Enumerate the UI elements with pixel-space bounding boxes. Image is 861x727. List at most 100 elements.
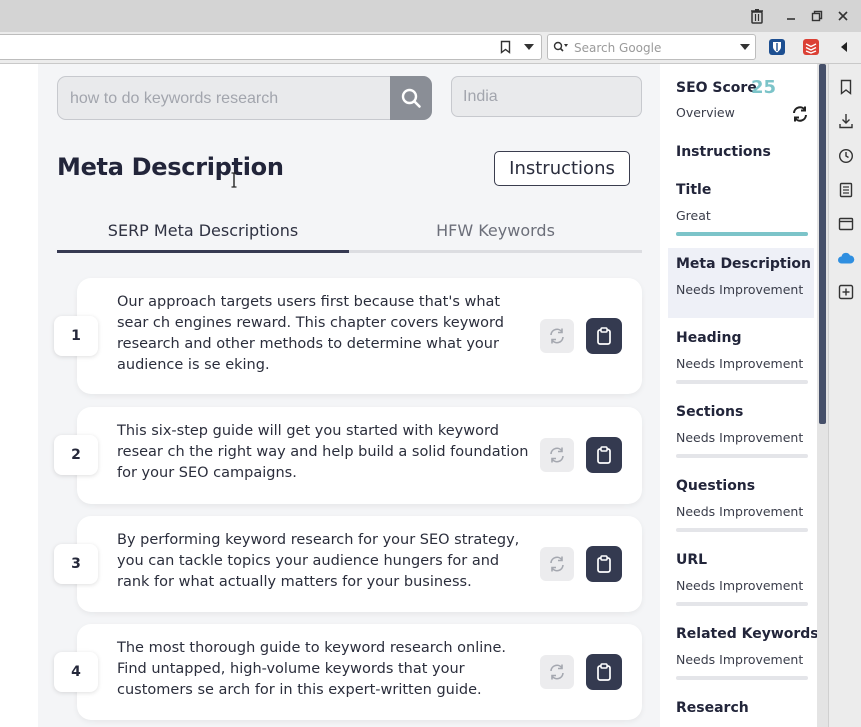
search-icon: [401, 88, 421, 108]
clipboard-icon: [597, 663, 611, 681]
scrollbar-thumb[interactable]: [819, 64, 826, 424]
tab-hfw-keywords[interactable]: HFW Keywords: [349, 210, 642, 250]
description-card: 4 The most thorough guide to keyword res…: [54, 624, 642, 720]
search-engine-placeholder: Search Google: [574, 41, 662, 55]
seo-item-progress-fill: [676, 232, 808, 236]
clipboard-icon: [597, 327, 611, 345]
minimize-icon[interactable]: [781, 6, 801, 26]
description-number: 1: [54, 316, 98, 356]
copy-button[interactable]: [586, 437, 622, 473]
seo-item-status: Needs Improvement: [676, 652, 804, 667]
seo-instructions-link[interactable]: Instructions: [676, 144, 771, 160]
seo-item-related-keywords[interactable]: Related Keywords Needs Improvement: [668, 618, 819, 688]
description-number: 3: [54, 544, 98, 584]
seo-item-meta-description[interactable]: Meta Description Needs Improvement: [668, 248, 814, 318]
cloud-icon[interactable]: [837, 249, 855, 267]
seo-item-name: Related Keywords: [676, 626, 819, 642]
seo-item-status: Great: [676, 208, 711, 223]
refresh-icon: [550, 556, 564, 572]
refresh-icon: [550, 447, 564, 463]
close-icon[interactable]: [833, 6, 853, 26]
tab-serp-meta-descriptions[interactable]: SERP Meta Descriptions: [57, 210, 349, 250]
seo-item-research[interactable]: Research: [668, 692, 814, 727]
tab-active-indicator: [57, 250, 349, 253]
regenerate-button[interactable]: [540, 319, 574, 353]
seo-item-progress: [676, 676, 808, 680]
seo-item-progress: [676, 528, 808, 532]
seo-item-name: Meta Description: [676, 256, 811, 272]
keyword-input[interactable]: how to do keywords research: [57, 76, 432, 120]
refresh-icon: [550, 664, 564, 680]
browser-navbar: Search Google: [0, 32, 861, 64]
page-title: Meta Description: [57, 153, 284, 181]
sidebar-toggle-icon[interactable]: [836, 39, 852, 55]
seo-item-progress: [676, 380, 808, 384]
regenerate-button[interactable]: [540, 438, 574, 472]
meta-description-panel: how to do keywords research India Meta D…: [38, 64, 660, 727]
country-input[interactable]: India: [451, 76, 642, 117]
description-text: This six-step guide will get you started…: [117, 423, 529, 481]
country-input-value: India: [463, 88, 498, 105]
seo-item-sections[interactable]: Sections Needs Improvement: [668, 396, 814, 466]
downloads-icon[interactable]: [837, 112, 855, 130]
seo-score-label: SEO Score: [676, 80, 757, 96]
seo-item-questions[interactable]: Questions Needs Improvement: [668, 470, 814, 540]
seo-item-name: Research: [676, 700, 749, 716]
trash-icon[interactable]: [747, 6, 767, 26]
tab-bar: SERP Meta Descriptions HFW Keywords: [57, 210, 642, 254]
refresh-score-icon[interactable]: [791, 105, 809, 123]
seo-item-progress: [676, 602, 808, 606]
browser-titlebar: [0, 0, 861, 32]
history-icon[interactable]: [837, 147, 855, 165]
keyword-search-button[interactable]: [390, 76, 432, 120]
seo-item-name: Sections: [676, 404, 744, 420]
seo-item-status: Needs Improvement: [676, 356, 804, 371]
instructions-button[interactable]: Instructions: [494, 151, 630, 186]
todoist-icon[interactable]: [801, 37, 821, 57]
description-text: By performing keyword research for your …: [117, 532, 520, 590]
bookmark-icon[interactable]: [497, 39, 513, 55]
url-bar[interactable]: [0, 34, 542, 60]
overview-label: Overview: [676, 105, 735, 120]
keyword-input-value: how to do keywords research: [70, 90, 279, 107]
copy-button[interactable]: [586, 654, 622, 690]
add-panel-icon[interactable]: [837, 283, 855, 301]
description-number: 4: [54, 652, 98, 692]
seo-item-status: Needs Improvement: [676, 504, 804, 519]
seo-item-name: Heading: [676, 330, 742, 346]
seo-item-url[interactable]: URL Needs Improvement: [668, 544, 814, 614]
reader-icon[interactable]: [837, 181, 855, 199]
restore-icon[interactable]: [807, 6, 827, 26]
copy-button[interactable]: [586, 546, 622, 582]
copy-button[interactable]: [586, 318, 622, 354]
refresh-icon: [550, 328, 564, 344]
search-engine-icon[interactable]: [552, 39, 570, 55]
seo-score-panel: SEO Score 25 Overview Instructions Title…: [660, 64, 819, 727]
clipboard-icon: [597, 446, 611, 464]
seo-item-status: Needs Improvement: [676, 578, 804, 593]
seo-score-value: 25: [751, 77, 777, 98]
seo-item-heading[interactable]: Heading Needs Improvement: [668, 322, 814, 392]
search-engine-bar[interactable]: Search Google: [547, 34, 756, 60]
bitwarden-icon[interactable]: [767, 37, 787, 57]
panel-scrollbar[interactable]: [817, 64, 828, 727]
bookmarks-icon[interactable]: [837, 78, 855, 96]
regenerate-button[interactable]: [540, 547, 574, 581]
window-icon[interactable]: [837, 215, 855, 233]
seo-item-progress: [676, 454, 808, 458]
browser-sidebar-strip: [828, 64, 861, 727]
text-cursor-icon: [231, 172, 237, 188]
description-text: Our approach targets users first because…: [117, 294, 504, 373]
regenerate-button[interactable]: [540, 655, 574, 689]
description-number: 2: [54, 435, 98, 475]
seo-item-progress: [676, 232, 808, 236]
description-card: 1 Our approach targets users first becau…: [54, 278, 642, 394]
description-card: 2 This six-step guide will get you start…: [54, 407, 642, 504]
seo-item-status: Needs Improvement: [676, 430, 804, 445]
seo-item-status: Needs Improvement: [676, 282, 804, 297]
seo-item-title[interactable]: Title Great: [668, 174, 814, 244]
clipboard-icon: [597, 555, 611, 573]
search-dropdown-icon[interactable]: [738, 40, 752, 54]
dropdown-icon[interactable]: [521, 39, 537, 55]
description-text: The most thorough guide to keyword resea…: [117, 640, 507, 698]
